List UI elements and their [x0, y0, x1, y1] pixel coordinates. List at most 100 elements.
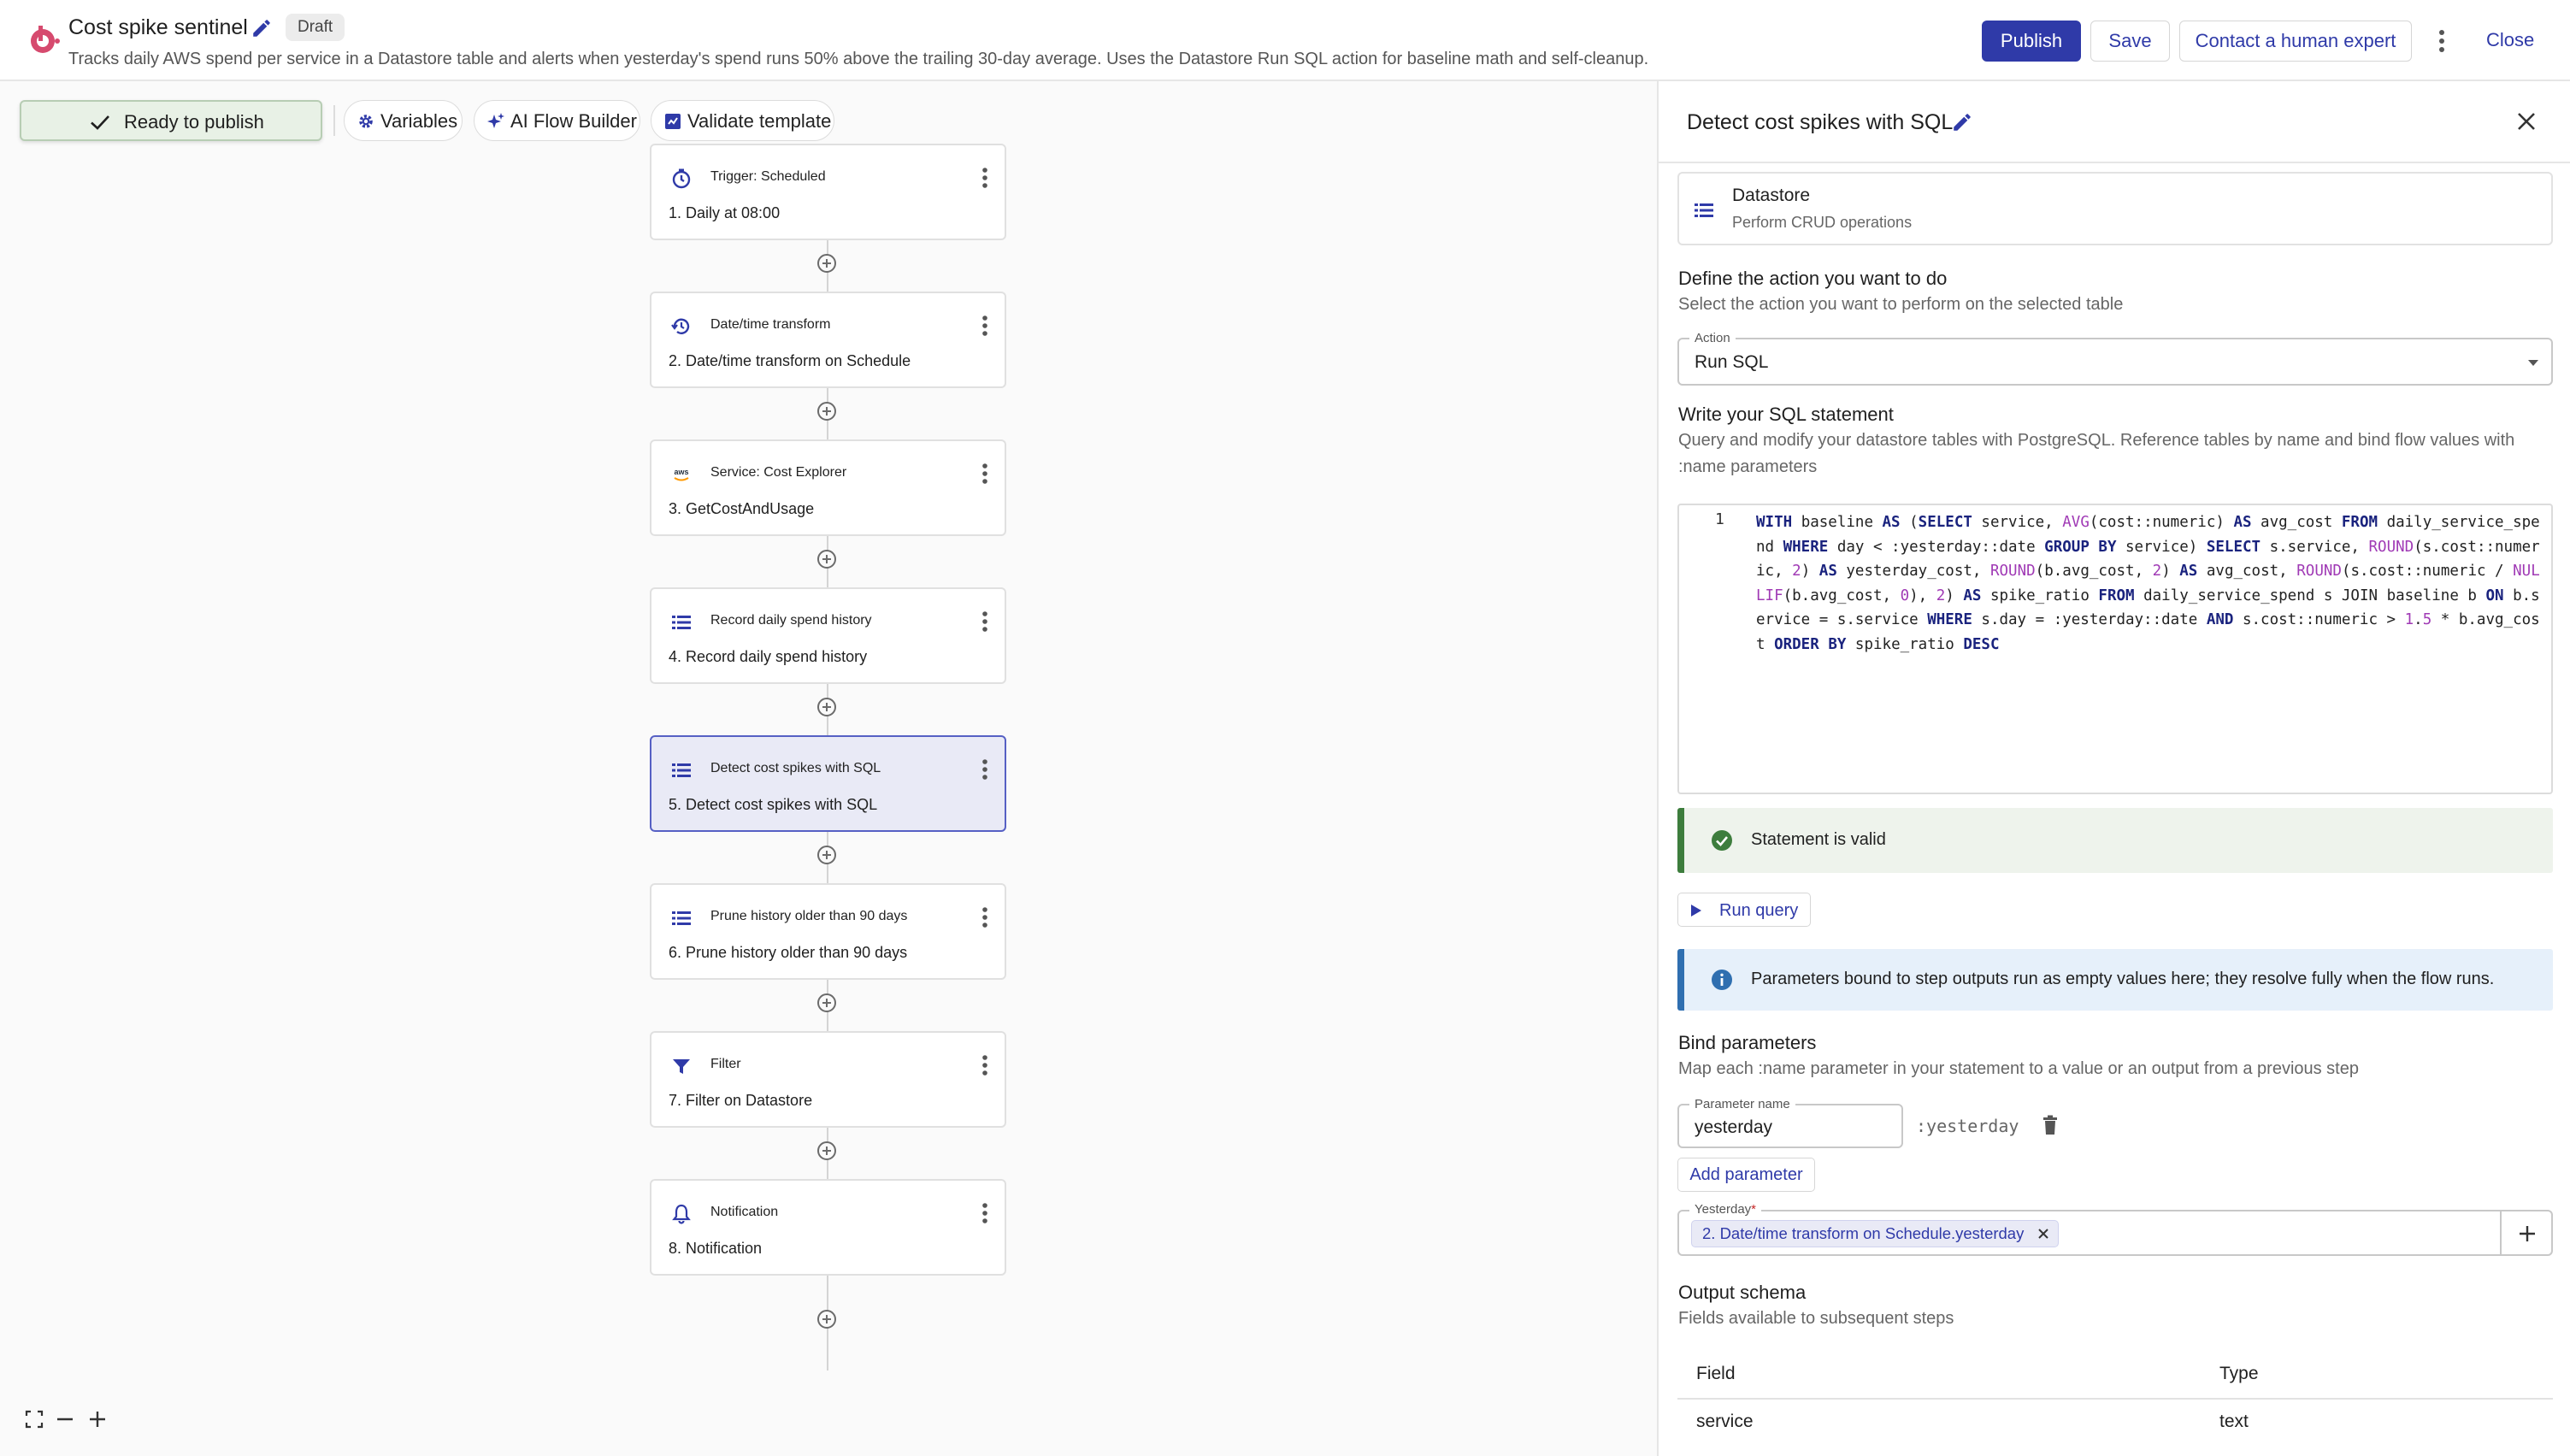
step-menu-icon[interactable]	[975, 1052, 995, 1079]
step-card[interactable]: Record daily spend history 4. Record dai…	[650, 587, 1006, 684]
step-menu-icon[interactable]	[975, 164, 995, 192]
clock-transform-icon	[671, 318, 690, 334]
validate-template-button[interactable]: Validate template	[651, 100, 834, 141]
parameter-token: :yesterday	[1916, 1116, 2019, 1136]
add-parameter-button[interactable]: Add parameter	[1677, 1158, 1815, 1192]
filter-icon	[673, 1059, 690, 1074]
panel-divider	[1659, 162, 2570, 163]
schema-column-field: Field	[1696, 1364, 1736, 1383]
statement-valid-label: Statement is valid	[1751, 830, 1886, 849]
step-menu-icon[interactable]	[975, 756, 995, 783]
step-type: Detect cost spikes with SQL	[710, 761, 881, 775]
step-type: Service: Cost Explorer	[710, 465, 847, 480]
step-card[interactable]: Notification 8. Notification	[650, 1179, 1006, 1276]
yesterday-field-label: Yesterday*	[1689, 1202, 1762, 1217]
plus-icon	[2520, 1226, 2535, 1241]
table-row: service text	[1677, 1398, 2553, 1444]
step-menu-icon[interactable]	[975, 460, 995, 487]
parameter-name-input[interactable]: Parameter name yesterday	[1677, 1097, 1903, 1148]
datastore-icon	[672, 763, 691, 777]
action-field-label: Action	[1689, 331, 1736, 345]
panel-title: Detect cost spikes with SQL	[1687, 110, 1954, 134]
ready-to-publish-label: Ready to publish	[124, 111, 264, 133]
fit-view-icon[interactable]	[23, 1408, 45, 1430]
play-icon	[1691, 905, 1701, 917]
step-type: Filter	[710, 1057, 741, 1071]
step-menu-icon[interactable]	[975, 608, 995, 635]
contact-expert-button[interactable]: Contact a human expert	[2179, 21, 2412, 62]
close-button[interactable]: Close	[2486, 29, 2534, 51]
ai-flow-builder-button[interactable]: AI Flow Builder	[474, 100, 640, 141]
add-step-button[interactable]	[817, 846, 836, 864]
bound-output-chip[interactable]: 2. Date/time transform on Schedule.yeste…	[1691, 1220, 2060, 1247]
add-step-button[interactable]	[817, 993, 836, 1012]
run-query-label: Run query	[1719, 901, 1799, 920]
publish-button[interactable]: Publish	[1982, 21, 2081, 62]
delete-parameter-icon[interactable]	[2040, 1114, 2060, 1136]
step-card[interactable]: Date/time transform 2. Date/time transfo…	[650, 292, 1006, 388]
zoom-in-icon[interactable]	[86, 1408, 109, 1430]
step-card[interactable]: Prune history older than 90 days 6. Prun…	[650, 883, 1006, 980]
step-name: 8. Notification	[669, 1240, 763, 1257]
yesterday-binding-field[interactable]: Yesterday* 2. Date/time transform on Sch…	[1677, 1202, 2502, 1256]
add-step-button[interactable]	[817, 1141, 836, 1160]
step-card[interactable]: aws Service: Cost Explorer 3. GetCostAnd…	[650, 439, 1006, 536]
flow-description: Tracks daily AWS spend per service in a …	[68, 50, 1649, 68]
checkmark-icon	[91, 115, 109, 130]
chevron-down-icon	[2528, 360, 2538, 366]
datastore-connector-card[interactable]: Datastore Perform CRUD operations	[1677, 172, 2553, 245]
add-step-button[interactable]	[817, 1310, 836, 1329]
step-menu-icon[interactable]	[975, 1200, 995, 1227]
step-name: 5. Detect cost spikes with SQL	[669, 796, 878, 813]
variables-label: Variables	[380, 110, 458, 132]
step-type: Record daily spend history	[710, 613, 872, 628]
add-step-button[interactable]	[817, 550, 836, 569]
save-button[interactable]: Save	[2090, 21, 2170, 62]
sql-line-number: 1	[1715, 510, 1724, 528]
parameters-info-banner: Parameters bound to step outputs run as …	[1677, 949, 2553, 1011]
variables-button[interactable]: Variables	[344, 100, 463, 141]
sql-editor[interactable]: 1 WITH baseline AS (SELECT service, AVG(…	[1677, 504, 2553, 794]
define-action-heading: Define the action you want to do	[1678, 268, 1948, 289]
ready-to-publish-button[interactable]: Ready to publish	[20, 100, 322, 141]
parameter-name-label: Parameter name	[1689, 1097, 1795, 1111]
bound-output-label: 2. Date/time transform on Schedule.yeste…	[1702, 1224, 2025, 1242]
add-step-button[interactable]	[817, 402, 836, 421]
bind-parameters-heading: Bind parameters	[1678, 1032, 1817, 1053]
more-options-icon[interactable]	[2431, 26, 2453, 56]
check-circle-icon	[1712, 830, 1732, 851]
schema-field-name: service	[1696, 1412, 1754, 1431]
step-name: 1. Daily at 08:00	[669, 204, 781, 221]
action-select[interactable]: Action Run SQL	[1677, 331, 2553, 386]
connector-title: Datastore	[1732, 186, 1811, 205]
stopwatch-icon	[672, 168, 691, 189]
edit-step-name-icon[interactable]	[1951, 111, 1973, 133]
output-schema-subtext: Fields available to subsequent steps	[1678, 1309, 1954, 1328]
aws-icon: aws	[674, 468, 689, 481]
step-name: 2. Date/time transform on Schedule	[669, 352, 911, 369]
flow-canvas[interactable]: Ready to publish Variables AI Flow Build…	[0, 81, 1657, 1456]
run-query-button[interactable]: Run query	[1677, 893, 1811, 927]
sql-code[interactable]: WITH baseline AS (SELECT service, AVG(co…	[1756, 510, 2543, 657]
step-menu-icon[interactable]	[975, 312, 995, 339]
app-logo-icon	[31, 26, 60, 53]
draft-badge: Draft	[286, 14, 345, 41]
remove-chip-icon[interactable]	[2037, 1228, 2049, 1240]
parameter-name-value: yesterday	[1695, 1117, 1773, 1137]
required-marker: *	[1751, 1202, 1757, 1217]
close-panel-icon[interactable]	[2514, 109, 2538, 133]
edit-title-icon[interactable]	[251, 17, 273, 39]
validate-template-label: Validate template	[687, 110, 832, 132]
step-card-selected[interactable]: Detect cost spikes with SQL 5. Detect co…	[650, 735, 1006, 832]
step-menu-icon[interactable]	[975, 904, 995, 931]
step-name: 6. Prune history older than 90 days	[669, 944, 908, 961]
add-step-button[interactable]	[817, 254, 836, 273]
insert-value-button[interactable]	[2500, 1210, 2553, 1256]
step-card[interactable]: Filter 7. Filter on Datastore	[650, 1031, 1006, 1128]
add-step-button[interactable]	[817, 698, 836, 716]
step-type: Trigger: Scheduled	[710, 169, 826, 184]
zoom-out-icon[interactable]	[54, 1408, 76, 1430]
flow-title: Cost spike sentinel	[68, 15, 248, 39]
step-card[interactable]: Trigger: Scheduled 1. Daily at 08:00	[650, 144, 1006, 240]
validate-icon	[665, 114, 681, 129]
